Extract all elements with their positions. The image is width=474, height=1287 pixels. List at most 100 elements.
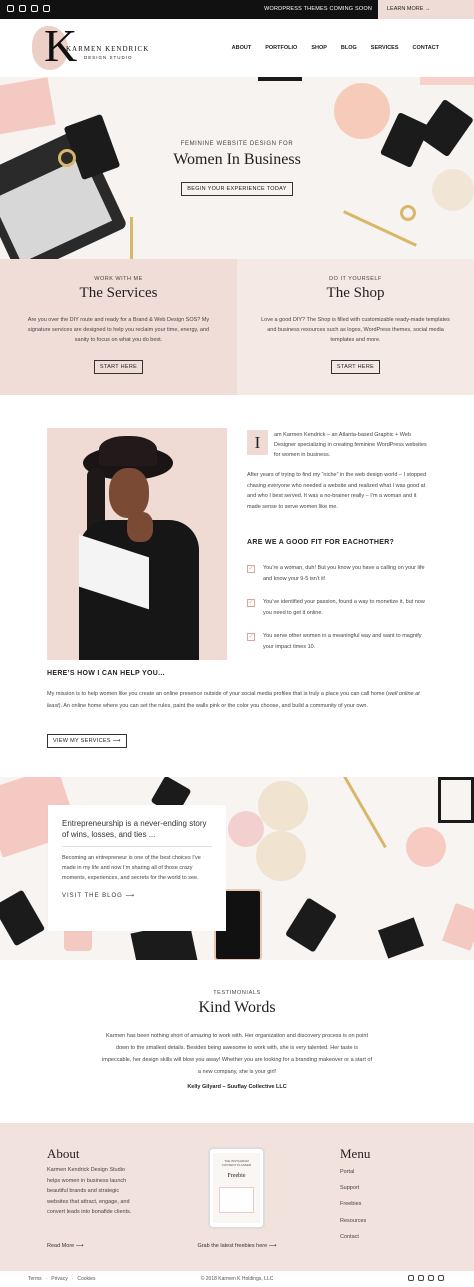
face: [109, 468, 149, 518]
tablet-script: Freebie: [227, 1173, 246, 1179]
facebook-icon[interactable]: [418, 1275, 424, 1281]
shop-eyebrow: DO IT YOURSELF: [329, 276, 382, 282]
pink-ribbon-decor: [420, 77, 474, 85]
portrait-photo: [47, 428, 227, 660]
nav-shop[interactable]: SHOP: [311, 45, 327, 51]
footer-menu-support[interactable]: Support: [340, 1185, 366, 1201]
black-tag-decor-left: [0, 889, 46, 947]
footer-menu-portal[interactable]: Portal: [340, 1169, 366, 1185]
promo-text: WORDPRESS THEMES COMING SOON: [264, 6, 372, 12]
hat-crown: [99, 436, 157, 466]
footer-menu-contact[interactable]: Contact: [340, 1234, 366, 1250]
services-shop-section: WORK WITH ME The Services Are you over t…: [0, 259, 474, 395]
flower-decor: [228, 811, 264, 847]
fit-title: ARE WE A GOOD FIT FOR EACHOTHER?: [247, 539, 395, 546]
footer-social-links: [408, 1275, 444, 1281]
footer-menu-title: Menu: [340, 1146, 371, 1161]
site-footer: About Karmen Kendrick Design Studio help…: [0, 1123, 474, 1271]
site-header: K KARMEN KENDRICK DESIGN STUDIO ABOUT PO…: [0, 19, 474, 77]
fit-item: ✓ You serve other women in a meaningful …: [247, 631, 428, 652]
fit-item: ✓ You’ve identified your passion, found …: [247, 597, 428, 618]
gold-dish-decor-2: [256, 831, 306, 881]
blog-card-title: Entrepreneurship is a never-ending story…: [62, 818, 212, 847]
blog-card-body: Becoming an entrepreneur is one of the b…: [62, 855, 201, 881]
check-icon: ✓: [247, 633, 255, 641]
about-paragraph: After years of trying to find my “niche”…: [247, 472, 427, 510]
help-body-part: ). An online home where you can set the …: [58, 703, 369, 709]
logo-subtitle: DESIGN STUDIO: [84, 55, 133, 60]
freebies-link[interactable]: Grab the latest freebies here ⟶: [0, 1243, 474, 1249]
freebie-tablet-mockup[interactable]: THE INSTAGRAM CONTENT PLANNER Freebie: [208, 1147, 265, 1229]
help-title: HERE’S HOW I CAN HELP YOU...: [47, 670, 165, 677]
hero-eyebrow: FEMININE WEBSITE DESIGN FOR: [180, 141, 294, 147]
nav-services[interactable]: SERVICES: [371, 45, 399, 51]
learn-more-button[interactable]: LEARN MORE →: [378, 0, 474, 19]
facebook-icon[interactable]: [19, 5, 26, 12]
youtube-icon[interactable]: [428, 1275, 434, 1281]
fit-item-text: You’ve identified your passion, found a …: [263, 599, 425, 616]
fit-item-text: You’re a woman, duh! But you know you ha…: [263, 565, 425, 582]
tablet-planner-grid: [219, 1187, 254, 1213]
nav-about[interactable]: ABOUT: [232, 45, 252, 51]
black-tag-decor-right: [284, 897, 338, 953]
services-start-button[interactable]: START HERE: [93, 360, 144, 374]
black-frame-decor: [438, 777, 474, 823]
copyright: © 2018 Karmen K Holdings, LLC: [200, 1276, 274, 1282]
check-icon: ✓: [247, 565, 255, 573]
pink-box-decor: [442, 903, 474, 951]
mail-icon[interactable]: [438, 1275, 444, 1281]
black-box-decor: [258, 77, 302, 81]
shop-title: The Shop: [326, 285, 385, 301]
hero-banner: FEMININE WEBSITE DESIGN FOR Women In Bus…: [0, 77, 474, 259]
youtube-icon[interactable]: [31, 5, 38, 12]
footer-about-title: About: [47, 1146, 80, 1161]
hero-content: FEMININE WEBSITE DESIGN FOR Women In Bus…: [0, 141, 474, 196]
help-body: My mission is to help women like you cre…: [47, 688, 428, 712]
gold-pen-decor-left: [130, 217, 133, 259]
main-nav: ABOUT PORTFOLIO SHOP BLOG SERVICES CONTA…: [232, 45, 439, 51]
shop-start-button[interactable]: START HERE: [330, 360, 381, 374]
testimonials-title: Kind Words: [198, 999, 276, 1016]
view-services-button[interactable]: VIEW MY SERVICES ⟶: [47, 734, 127, 748]
services-eyebrow: WORK WITH ME: [94, 276, 143, 282]
gold-clip-decor: [400, 205, 416, 221]
bottom-bar: Terms · Privacy · Cookies © 2018 Karmen K …: [0, 1271, 474, 1287]
testimonial-quote: Karmen has been nothing short of amazing…: [102, 1033, 372, 1075]
services-title: The Services: [79, 285, 158, 301]
hero-title: Women In Business: [173, 151, 301, 168]
tablet-screen: THE INSTAGRAM CONTENT PLANNER Freebie: [213, 1153, 260, 1223]
about-intro: am Karmen Kendrick – an Atlanta-based Gr…: [274, 432, 427, 458]
shop-panel: DO IT YOURSELF The Shop Love a good DIY?…: [237, 259, 474, 395]
black-brushes-decor: [378, 917, 424, 959]
top-bar: WORDPRESS THEMES COMING SOON LEARN MORE …: [0, 0, 474, 19]
blog-card: Entrepreneurship is a never-ending story…: [48, 805, 226, 931]
hand: [127, 512, 153, 542]
twine-spool-decor: [406, 827, 446, 867]
logo-name[interactable]: KARMEN KENDRICK: [66, 45, 149, 53]
footer-menu-resources[interactable]: Resources: [340, 1218, 366, 1234]
nav-contact[interactable]: CONTACT: [413, 45, 439, 51]
mail-icon[interactable]: [43, 5, 50, 12]
instagram-icon[interactable]: [408, 1275, 414, 1281]
services-panel: WORK WITH ME The Services Are you over t…: [0, 259, 237, 395]
fit-item: ✓ You’re a woman, duh! But you know you …: [247, 563, 428, 584]
footer-menu: Portal Support Freebies Resources Contac…: [340, 1169, 366, 1250]
social-links: [7, 5, 50, 12]
tablet-caption: THE INSTAGRAM CONTENT PLANNER: [221, 1159, 252, 1167]
visit-blog-link[interactable]: VISIT THE BLOG ⟶: [62, 892, 212, 899]
begin-experience-button[interactable]: BEGIN YOUR EXPERIENCE TODAY: [181, 182, 293, 196]
gold-pen-decor: [339, 777, 387, 849]
nav-blog[interactable]: BLOG: [341, 45, 357, 51]
nav-portfolio[interactable]: PORTFOLIO: [265, 45, 297, 51]
services-body: Are you over the DIY route and ready for…: [27, 317, 210, 343]
testimonials-eyebrow: TESTIMONIALS: [213, 990, 261, 996]
check-icon: ✓: [247, 599, 255, 607]
shop-body: Love a good DIY? The Shop is filled with…: [261, 317, 450, 343]
fit-item-text: You serve other women in a meaningful wa…: [263, 633, 422, 650]
instagram-icon[interactable]: [7, 5, 14, 12]
footer-about-body: Karmen Kendrick Design Studio helps wome…: [47, 1167, 132, 1215]
gold-dish-decor: [258, 781, 308, 831]
help-body-part: My mission is to help women like you cre…: [47, 691, 388, 697]
pink-notebook-decor: [0, 77, 56, 135]
footer-menu-freebies[interactable]: Freebies: [340, 1201, 366, 1217]
